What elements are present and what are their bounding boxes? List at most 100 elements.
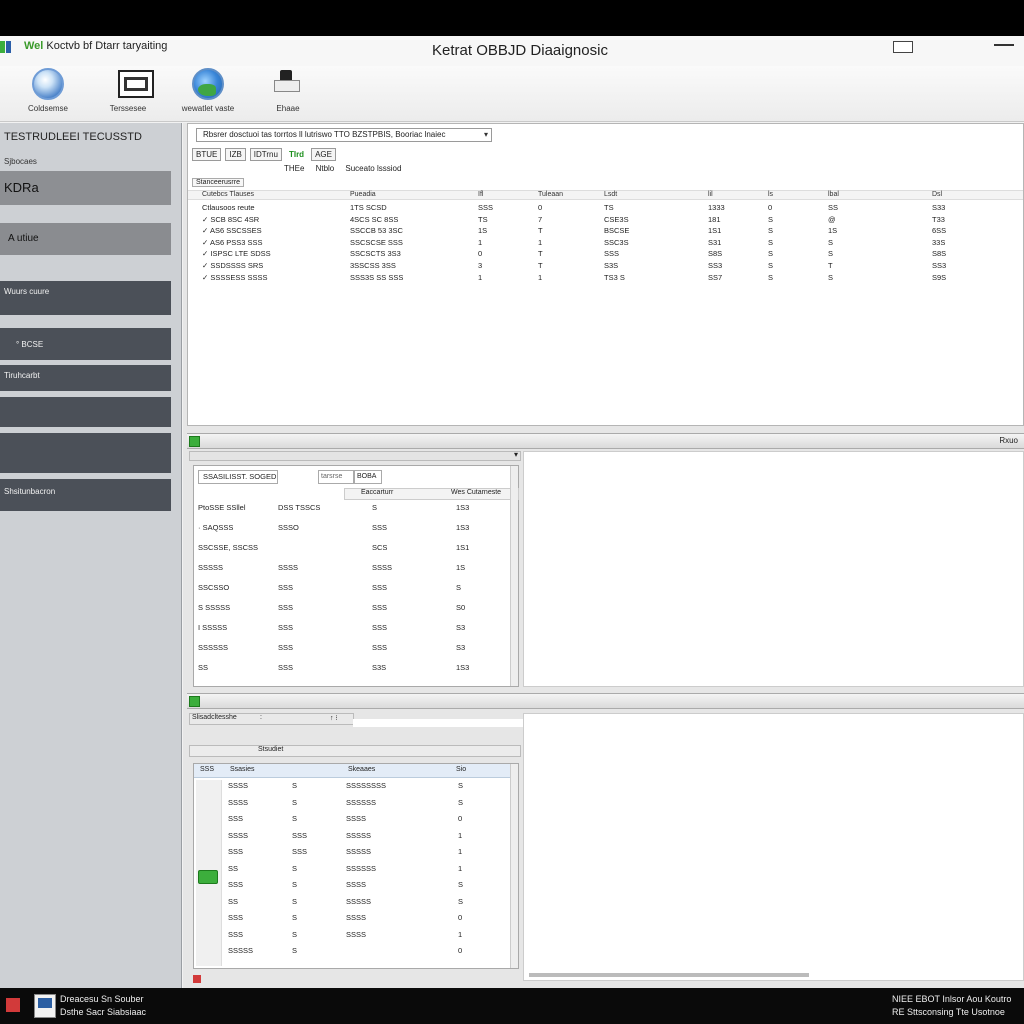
table-cell: S: [292, 880, 298, 889]
filter-bar: BTUE IZB IDTrnu TIrd AGE: [192, 148, 472, 162]
column-header[interactable]: Cutebcs Tlauses: [202, 191, 254, 198]
nav-item-shutdown[interactable]: Shsitunbacron: [0, 479, 171, 511]
start-icon[interactable]: [6, 998, 20, 1012]
taskbar-app-text[interactable]: Dreacesu Sn Souber Dsthe Sacr Siabsiaac: [60, 993, 146, 1019]
table-row[interactable]: SSSS SSS SSSSS 1: [194, 830, 510, 847]
table-cell: 1: [458, 847, 463, 856]
table-row[interactable]: ✓ AS6 PSS3 SSS SSCSCSE SSS 1 1 SSC3S S31 S S 33S: [188, 237, 1023, 249]
table-row[interactable]: SSCSSE, SSCSS SCS 1S1: [194, 542, 510, 562]
table-cell: SSSS: [278, 563, 299, 572]
freeze-frame-icon[interactable]: [189, 436, 200, 447]
freeze-frame-pane: SSASILISST. SOGED tarsrse BOBA Eaccartur…: [193, 465, 519, 687]
table-row[interactable]: ✓ AS6 SSCSSES SSCCB 53 3SC 1S T BSCSE 1S1 S 1S 6…: [188, 225, 1023, 237]
table-cell: 3SSCSS 3SS: [350, 261, 396, 270]
toolbar-button-network[interactable]: wewatlet vaste: [168, 66, 248, 122]
table-row[interactable]: S SSSSS SSS SSS S0: [194, 602, 510, 622]
tests-icon[interactable]: [189, 696, 200, 707]
table-row[interactable]: SSS S SSSS 1: [194, 929, 510, 946]
filter-button[interactable]: TIrd: [286, 149, 307, 162]
horizontal-scrollbar[interactable]: [529, 973, 809, 977]
app-taskbar-icon[interactable]: [34, 994, 56, 1018]
table-row[interactable]: SSSS S SSSSSS S: [194, 797, 510, 814]
table-row[interactable]: SSS SSS SSSSS 1: [194, 846, 510, 863]
table-row[interactable]: SS S SSSSSS 1: [194, 863, 510, 880]
table-row[interactable]: Ctlausoos reute 1TS SCSD SSS 0 TS 1333 0 SS S33: [188, 202, 1023, 214]
table-cell: SS: [228, 896, 239, 906]
table-row[interactable]: · SAQSSS SSSO SSS 1S3: [194, 522, 510, 542]
table-row[interactable]: ✓ SCB 8SC 4SR 4SCS SC 8SS TS 7 CSE3S 181 S @ T33: [188, 214, 1023, 226]
search-input[interactable]: tarsrse: [318, 470, 354, 484]
nav-item-kdra[interactable]: KDRa: [0, 171, 171, 205]
table-cell: 1S3: [456, 503, 470, 512]
filter-button[interactable]: AGE: [311, 148, 336, 161]
dropdown-bar[interactable]: ▾: [189, 450, 521, 461]
table-row[interactable]: SSS S SSSS 0: [194, 912, 510, 929]
table-cell: S0: [456, 603, 466, 612]
search-button[interactable]: BOBA: [354, 470, 382, 484]
table-row[interactable]: SSSSSSSSS: [194, 896, 510, 913]
table-row[interactable]: SSSSSS SSS SSS S3: [194, 642, 510, 662]
table-cell: S: [458, 896, 464, 906]
table-row[interactable]: ✓ SSDSSSS SRS 3SSCSS 3SS 3 T S3S SS3 S T SS3: [188, 260, 1023, 272]
nav-item-utilities[interactable]: A utiue: [0, 223, 171, 255]
table-row[interactable]: SSSS S SSSSSSSS S: [194, 780, 510, 797]
nav-item-source[interactable]: Wuurs cuure: [0, 281, 171, 315]
tab-studies[interactable]: Stsudiet: [258, 746, 283, 753]
filter-button[interactable]: IDTrnu: [249, 148, 282, 161]
toolbar-button-tool[interactable]: Ehaae: [248, 66, 328, 122]
table-row[interactable]: SSSSS S 0: [194, 945, 510, 962]
column-header[interactable]: Pueadia: [350, 191, 376, 198]
vertical-scrollbar[interactable]: [510, 764, 518, 968]
filter-button[interactable]: IZB: [225, 148, 246, 161]
table-cell: 4SCS SC 8SS: [350, 214, 399, 224]
nav-item-blank-1[interactable]: [0, 397, 171, 427]
vertical-scrollbar[interactable]: [510, 466, 518, 686]
protocol-select[interactable]: Rbsrer dosctuoi tas torrtos ll lutriswo …: [196, 128, 492, 142]
column-header[interactable]: Lsdt: [604, 191, 617, 198]
top-border: [0, 0, 1024, 36]
toolbar-button-terminal[interactable]: Terssesee: [88, 66, 168, 122]
table-row[interactable]: I SSSSS SSS SSS S3: [194, 622, 510, 642]
table-cell: 1: [538, 272, 543, 282]
table-cell: SSSS: [346, 814, 367, 823]
nav-item-bcse[interactable]: ° BCSE: [0, 328, 171, 360]
chevron-down-icon: ▾: [483, 130, 488, 139]
column-header[interactable]: ls: [768, 191, 773, 198]
app-logo-icon: [0, 41, 22, 53]
table-row[interactable]: SSCSSO SSS SSS S: [194, 582, 510, 602]
table-row[interactable]: ✓ ISPSC LTE SDSS SSCSCTS 3S3 0 T SSS S8S S S S8S: [188, 248, 1023, 260]
table-row[interactable]: SSSSS SSSS SSSS 1S: [194, 562, 510, 582]
table-cell: SSSS: [228, 830, 249, 840]
table-cell: 1: [458, 830, 463, 840]
filter-button[interactable]: BTUE: [192, 148, 222, 161]
tab-status[interactable]: Stanceerusrre: [192, 178, 244, 187]
table-row[interactable]: PtoSSE SSllel DSS TSSCS S 1S3: [194, 502, 510, 522]
column-header[interactable]: Ifl: [478, 191, 483, 198]
column-header[interactable]: Dsl: [932, 191, 942, 198]
column-header[interactable]: lbal: [828, 191, 839, 198]
table-cell: S3S: [372, 663, 387, 672]
restore-button[interactable]: [893, 41, 913, 53]
table-row[interactable]: SS SSS S3S 1S3: [194, 662, 510, 682]
minimize-button[interactable]: [994, 44, 1014, 46]
table-row[interactable]: ✓ SSSSESS SSSS SSS3S SS SSS 1 1 TS3 S SS7 S S S9…: [188, 272, 1023, 284]
table-cell: 1S3: [456, 523, 470, 532]
table-cell: SSSS: [346, 929, 367, 939]
nav-item-blank-2[interactable]: [0, 433, 171, 473]
table-cell: T: [538, 261, 543, 270]
nav-item-transport[interactable]: Tiruhcarbt: [0, 365, 171, 391]
freeze-frame-title: SSASILISST. SOGED: [198, 470, 278, 484]
table-cell: S33: [932, 203, 946, 212]
table-cell: SSSSS: [346, 830, 372, 840]
table-cell: SSS3S SS SSS: [350, 272, 404, 282]
table-cell: SSSS: [346, 880, 367, 889]
table-row[interactable]: SSS S SSSS 0: [194, 813, 510, 830]
table-cell: SSSSSS: [198, 643, 229, 652]
table-cell: SSS: [278, 623, 294, 632]
table-cell: SS: [228, 863, 239, 873]
column-header[interactable]: lil: [708, 191, 713, 198]
column-header[interactable]: Tuleaan: [538, 191, 563, 198]
table-row[interactable]: SSSSSSSSS: [194, 879, 510, 896]
table-cell: SSS: [228, 913, 244, 922]
toolbar-button-connect[interactable]: Coldsemse: [8, 66, 88, 122]
